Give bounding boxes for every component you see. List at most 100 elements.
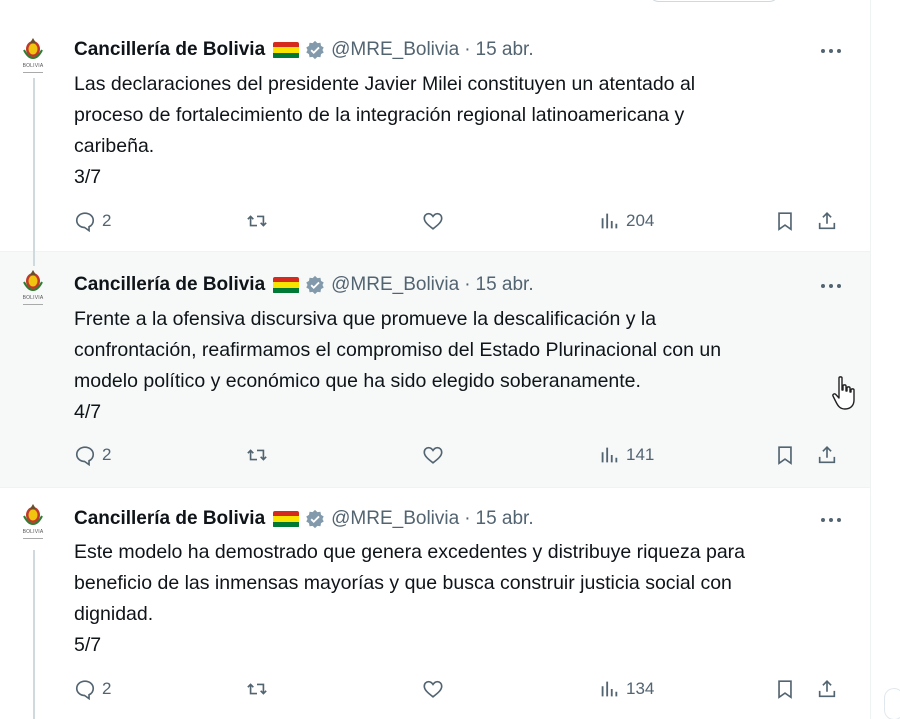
speech-bubble-icon	[75, 212, 95, 232]
retweet-button[interactable]	[246, 206, 268, 236]
more-dots-icon	[821, 49, 841, 53]
user-handle[interactable]: @MRE_Bolivia	[331, 508, 459, 530]
bookmark-icon	[778, 446, 792, 465]
coat-of-arms-icon	[23, 270, 43, 292]
hand-pointer-cursor-icon	[832, 376, 855, 410]
retweet-button[interactable]	[246, 440, 268, 470]
avatar-caption: BOLIVIA	[22, 295, 44, 301]
bookmark-button[interactable]	[774, 440, 796, 470]
top-pill-button[interactable]	[648, 0, 780, 2]
tweet-actions: 2 204	[74, 206, 854, 236]
verified-badge-icon[interactable]	[305, 509, 325, 529]
view-count: 134	[626, 679, 655, 698]
column-divider	[870, 0, 871, 719]
tweet-text-line: confrontación, reafirmamos el compromiso…	[74, 339, 722, 361]
reply-button[interactable]: 2	[74, 674, 111, 704]
avatar-rule	[23, 304, 43, 305]
display-name[interactable]: Cancillería de Bolivia	[74, 39, 265, 61]
tweet-text-line: Las declaraciones del presidente Javier …	[74, 73, 696, 95]
retweet-icon	[247, 449, 267, 461]
tweet-card[interactable]: BOLIVIA Cancillería de Bolivia @MRE_Boli…	[0, 488, 870, 719]
retweet-icon	[247, 683, 267, 695]
bookmark-button[interactable]	[774, 206, 796, 236]
thread-index: 5/7	[74, 634, 102, 656]
tweet-text-line: Este modelo ha demostrado que genera exc…	[74, 541, 745, 563]
separator: ·	[464, 39, 471, 60]
share-button[interactable]	[816, 440, 838, 470]
tweet-card[interactable]: BOLIVIA Cancillería de Bolivia @MRE_Boli…	[0, 20, 870, 252]
thread-index: 3/7	[74, 166, 102, 188]
avatar[interactable]: BOLIVIA	[12, 268, 54, 318]
tweet-actions: 2 134	[74, 674, 854, 704]
tweet-text-line: Frente a la ofensiva discursiva que prom…	[74, 308, 657, 330]
scroll-edge-control[interactable]	[884, 688, 900, 719]
coat-of-arms-icon	[23, 504, 43, 526]
share-button[interactable]	[816, 674, 838, 704]
retweet-button[interactable]	[246, 674, 268, 704]
thread-index: 4/7	[74, 401, 102, 423]
tweet-text-line: dignidad.	[74, 603, 154, 625]
thread-connector	[33, 78, 35, 252]
more-options-button[interactable]	[816, 276, 846, 296]
bolivia-flag-icon	[273, 510, 300, 528]
bar-chart-icon	[601, 213, 618, 229]
tweet-text-line: caribeña.	[74, 135, 155, 157]
avatar-caption: BOLIVIA	[22, 529, 44, 535]
avatar[interactable]: BOLIVIA	[12, 36, 54, 86]
tweet-card[interactable]: BOLIVIA Cancillería de Bolivia @MRE_Boli…	[0, 252, 870, 488]
heart-icon	[423, 680, 443, 698]
bolivia-flag-icon	[273, 41, 300, 59]
tweet-text: Las declaraciones del presidente Javier …	[74, 69, 834, 193]
tweet-date[interactable]: 15 abr.	[476, 508, 534, 530]
user-handle[interactable]: @MRE_Bolivia	[331, 39, 459, 61]
share-button[interactable]	[816, 206, 838, 236]
share-icon	[818, 212, 836, 230]
reply-button[interactable]: 2	[74, 440, 111, 470]
tweet-text: Este modelo ha demostrado que genera exc…	[74, 537, 834, 661]
thread-connector	[33, 252, 35, 266]
speech-bubble-icon	[75, 446, 95, 466]
display-name[interactable]: Cancillería de Bolivia	[74, 508, 265, 530]
tweet-text-line: proceso de fortalecimiento de la integra…	[74, 104, 685, 126]
heart-icon	[423, 446, 443, 464]
tweet-text-line: modelo político y económico que ha sido …	[74, 370, 641, 392]
verified-badge-icon[interactable]	[305, 275, 325, 295]
views-button[interactable]: 204	[598, 206, 654, 236]
speech-bubble-icon	[75, 680, 95, 700]
separator: ·	[464, 274, 471, 295]
view-count: 204	[626, 211, 655, 230]
tweet-date[interactable]: 15 abr.	[476, 39, 534, 61]
verified-badge-icon[interactable]	[305, 40, 325, 60]
like-button[interactable]	[422, 206, 444, 236]
views-button[interactable]: 141	[598, 440, 654, 470]
bookmark-icon	[778, 212, 792, 231]
bookmark-icon	[778, 680, 792, 699]
user-handle[interactable]: @MRE_Bolivia	[331, 274, 459, 296]
avatar-rule	[23, 538, 43, 539]
bookmark-button[interactable]	[774, 674, 796, 704]
reply-count: 2	[102, 445, 112, 464]
reply-count: 2	[102, 211, 112, 230]
tweet-header: Cancillería de Bolivia @MRE_Bolivia · 15…	[74, 506, 534, 532]
share-icon	[818, 680, 836, 698]
separator: ·	[464, 508, 471, 529]
thread-connector	[33, 550, 35, 719]
display-name[interactable]: Cancillería de Bolivia	[74, 274, 265, 296]
tweet-actions: 2 141	[74, 440, 854, 470]
reply-button[interactable]: 2	[74, 206, 111, 236]
coat-of-arms-icon	[23, 38, 43, 60]
tweet-text: Frente a la ofensiva discursiva que prom…	[74, 304, 834, 428]
more-dots-icon	[821, 284, 841, 288]
avatar[interactable]: BOLIVIA	[12, 502, 54, 552]
tweet-date[interactable]: 15 abr.	[476, 274, 534, 296]
bar-chart-icon	[601, 447, 618, 463]
heart-icon	[423, 212, 443, 230]
more-options-button[interactable]	[816, 510, 846, 530]
tweet-text-line: beneficio de las inmensas mayorías y que…	[74, 572, 732, 594]
more-options-button[interactable]	[816, 41, 846, 61]
bolivia-flag-icon	[273, 276, 300, 294]
like-button[interactable]	[422, 440, 444, 470]
like-button[interactable]	[422, 674, 444, 704]
retweet-icon	[247, 215, 267, 227]
views-button[interactable]: 134	[598, 674, 654, 704]
